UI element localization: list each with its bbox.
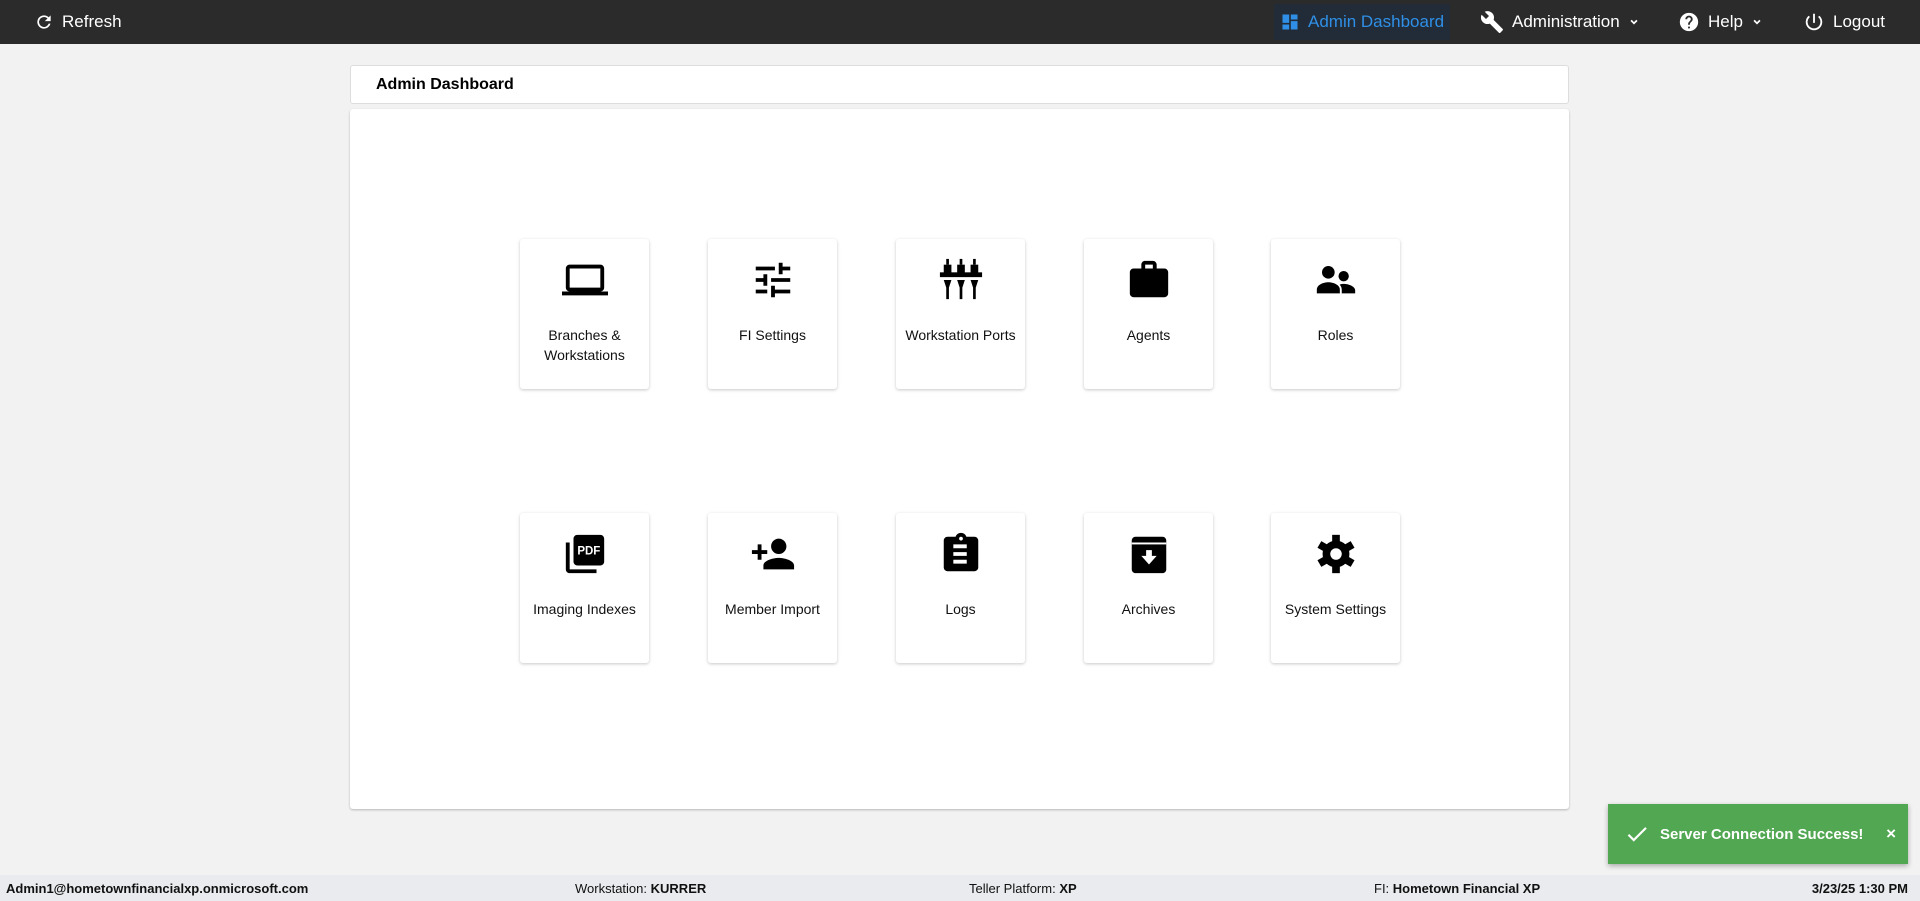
tile-label: Roles <box>1317 327 1354 343</box>
tile-label: FI Settings <box>739 327 806 343</box>
tile-label: Imaging Indexes <box>533 601 636 617</box>
tile-label: Agents <box>1126 327 1171 343</box>
tile-label: System Settings <box>1284 601 1387 617</box>
workstation-value: KURRER <box>650 881 707 896</box>
logout-label: Logout <box>1833 12 1885 31</box>
chevron-down-icon <box>1630 19 1638 25</box>
power-icon <box>1805 13 1823 31</box>
fi-label: FI: <box>1374 881 1390 896</box>
nav-help[interactable]: Help <box>1678 0 1763 44</box>
tile-fi-settings[interactable]: FI Settings <box>708 239 837 389</box>
refresh-icon <box>37 15 51 29</box>
tile-label: Logs <box>945 601 976 617</box>
laptop-icon <box>562 264 608 296</box>
tile-system-settings[interactable]: System Settings <box>1271 513 1400 663</box>
people-icon <box>1316 266 1356 294</box>
tile-label: Archives <box>1121 601 1176 617</box>
refresh-label: Refresh <box>62 12 122 31</box>
page-header: Admin Dashboard <box>350 65 1569 104</box>
footer-fi: FI: Hometown Financial XP <box>1374 881 1540 896</box>
nav-admin-dashboard-label: Admin Dashboard <box>1308 12 1445 31</box>
tile-label: Workstation Ports <box>905 327 1016 343</box>
svg-text:PDF: PDF <box>577 545 600 557</box>
clipboard-icon <box>943 532 979 572</box>
footer-workstation: Workstation: KURRER <box>575 881 706 896</box>
tune-icon <box>755 262 791 298</box>
fi-value: Hometown Financial XP <box>1392 881 1541 896</box>
briefcase-icon <box>1129 260 1169 298</box>
help-icon <box>1679 12 1699 32</box>
tile-archives[interactable]: Archives <box>1084 513 1213 663</box>
footer-datetime: 3/23/25 1:30 PM <box>1811 881 1908 896</box>
tile-roles[interactable]: Roles <box>1271 239 1400 389</box>
platform-value: XP <box>1059 881 1077 896</box>
tile-imaging-indexes[interactable]: PDF Imaging Indexes <box>520 513 649 663</box>
workstation-label: Workstation: <box>575 881 648 896</box>
page-title: Admin Dashboard <box>376 75 514 93</box>
checkmark-icon <box>1627 827 1647 842</box>
dashboard-icon <box>1282 14 1298 30</box>
nav-help-label: Help <box>1708 12 1743 31</box>
nav-administration-label: Administration <box>1512 12 1620 31</box>
chevron-down-icon <box>1753 19 1761 25</box>
footer-platform: Teller Platform: XP <box>969 881 1077 896</box>
tile-logs[interactable]: Logs <box>896 513 1025 663</box>
logout-button[interactable]: Logout <box>1803 0 1885 44</box>
ports-icon <box>939 258 983 300</box>
tile-label: Member Import <box>725 601 820 617</box>
archive-icon <box>1131 536 1167 574</box>
tile-branches-workstations[interactable]: Branches & Workstations <box>520 239 649 389</box>
tile-workstation-ports[interactable]: Workstation Ports <box>896 239 1025 389</box>
tile-label: Branches & Workstations <box>544 327 625 363</box>
toast-close-button[interactable]: × <box>1886 824 1896 844</box>
nav-administration[interactable]: Administration <box>1480 0 1640 44</box>
wrench-icon <box>1480 11 1503 33</box>
footer-user: Admin1@hometownfinancialxp.onmicrosoft.c… <box>6 881 309 896</box>
platform-label: Teller Platform: <box>969 881 1056 896</box>
pdf-icon: PDF <box>565 534 605 574</box>
tile-member-import[interactable]: Member Import <box>708 513 837 663</box>
success-toast: Server Connection Success! × <box>1608 804 1908 864</box>
refresh-button[interactable]: Refresh <box>34 0 122 44</box>
top-nav-bar: Refresh Admin Dashboard Administration H… <box>0 0 1920 44</box>
nav-admin-dashboard[interactable]: Admin Dashboard <box>1274 4 1451 40</box>
tile-agents[interactable]: Agents <box>1084 239 1213 389</box>
status-bar: Admin1@hometownfinancialxp.onmicrosoft.c… <box>0 875 1920 901</box>
dashboard-panel: Branches & Workstations FI Settings Work… <box>350 109 1569 809</box>
person-add-icon <box>751 538 795 570</box>
toast-message: Server Connection Success! <box>1660 825 1864 843</box>
gear-icon <box>1317 534 1355 574</box>
